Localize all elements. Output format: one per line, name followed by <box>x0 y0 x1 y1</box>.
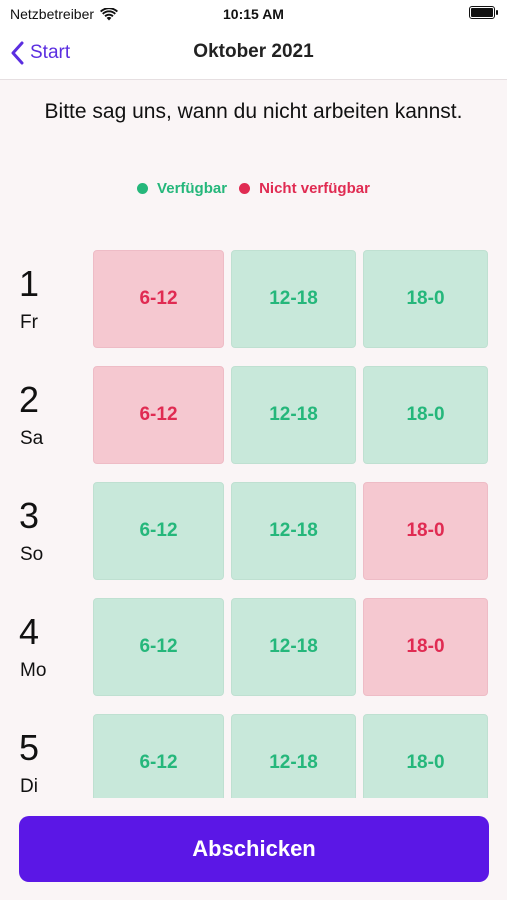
time-slot[interactable]: 18-0 <box>363 482 488 580</box>
time-slot[interactable]: 12-18 <box>231 366 356 464</box>
day-row: 3 So 6-12 12-18 18-0 <box>0 482 507 580</box>
battery-icon <box>469 6 498 19</box>
day-number: 5 <box>19 727 40 768</box>
available-dot-icon <box>137 183 149 194</box>
availability-grid: 1 Fr 6-12 12-18 18-0 2 Sa 6-12 12-18 18-… <box>0 250 507 798</box>
legend: Verfügbar Nicht verfügbar <box>0 180 507 197</box>
day-number: 1 <box>19 263 40 304</box>
time-slot[interactable]: 18-0 <box>363 714 488 798</box>
time-slot[interactable]: 6-12 <box>93 366 224 464</box>
day-row: 5 Di 6-12 12-18 18-0 <box>0 714 507 798</box>
day-name: Fr <box>20 312 38 333</box>
day-name: So <box>20 544 44 565</box>
status-time: 10:15 AM <box>223 6 284 22</box>
submit-button[interactable]: Abschicken <box>19 816 489 882</box>
legend-available: Verfügbar <box>137 180 227 197</box>
legend-unavailable: Nicht verfügbar <box>239 180 370 197</box>
time-slot[interactable]: 12-18 <box>231 598 356 696</box>
day-name: Di <box>20 776 38 797</box>
legend-available-label: Verfügbar <box>157 180 228 197</box>
time-slot[interactable]: 12-18 <box>231 714 356 798</box>
time-slot[interactable]: 12-18 <box>231 250 356 348</box>
time-slot[interactable]: 6-12 <box>93 714 224 798</box>
time-slot[interactable]: 6-12 <box>93 482 224 580</box>
unavailable-dot-icon <box>239 183 251 194</box>
status-bar: Netzbetreiber 10:15 AM <box>0 0 507 28</box>
day-name: Mo <box>20 660 47 681</box>
time-slot[interactable]: 12-18 <box>231 482 356 580</box>
day-row: 2 Sa 6-12 12-18 18-0 <box>0 366 507 464</box>
day-number: 3 <box>19 495 40 536</box>
day-number: 2 <box>19 379 40 420</box>
day-number: 4 <box>19 611 40 652</box>
time-slot[interactable]: 6-12 <box>93 250 224 348</box>
time-slot[interactable]: 18-0 <box>363 250 488 348</box>
day-name: Sa <box>20 428 44 449</box>
time-slot[interactable]: 18-0 <box>363 598 488 696</box>
time-slot[interactable]: 18-0 <box>363 366 488 464</box>
instruction-text: Bitte sag uns, wann du nicht arbeiten ka… <box>44 100 463 123</box>
legend-unavailable-label: Nicht verfügbar <box>259 180 370 197</box>
day-row: 4 Mo 6-12 12-18 18-0 <box>0 598 507 696</box>
navigation-bar: Start Oktober 2021 <box>0 28 507 80</box>
day-row: 1 Fr 6-12 12-18 18-0 <box>0 250 507 348</box>
time-slot[interactable]: 6-12 <box>93 598 224 696</box>
page-title: Oktober 2021 <box>193 41 314 62</box>
